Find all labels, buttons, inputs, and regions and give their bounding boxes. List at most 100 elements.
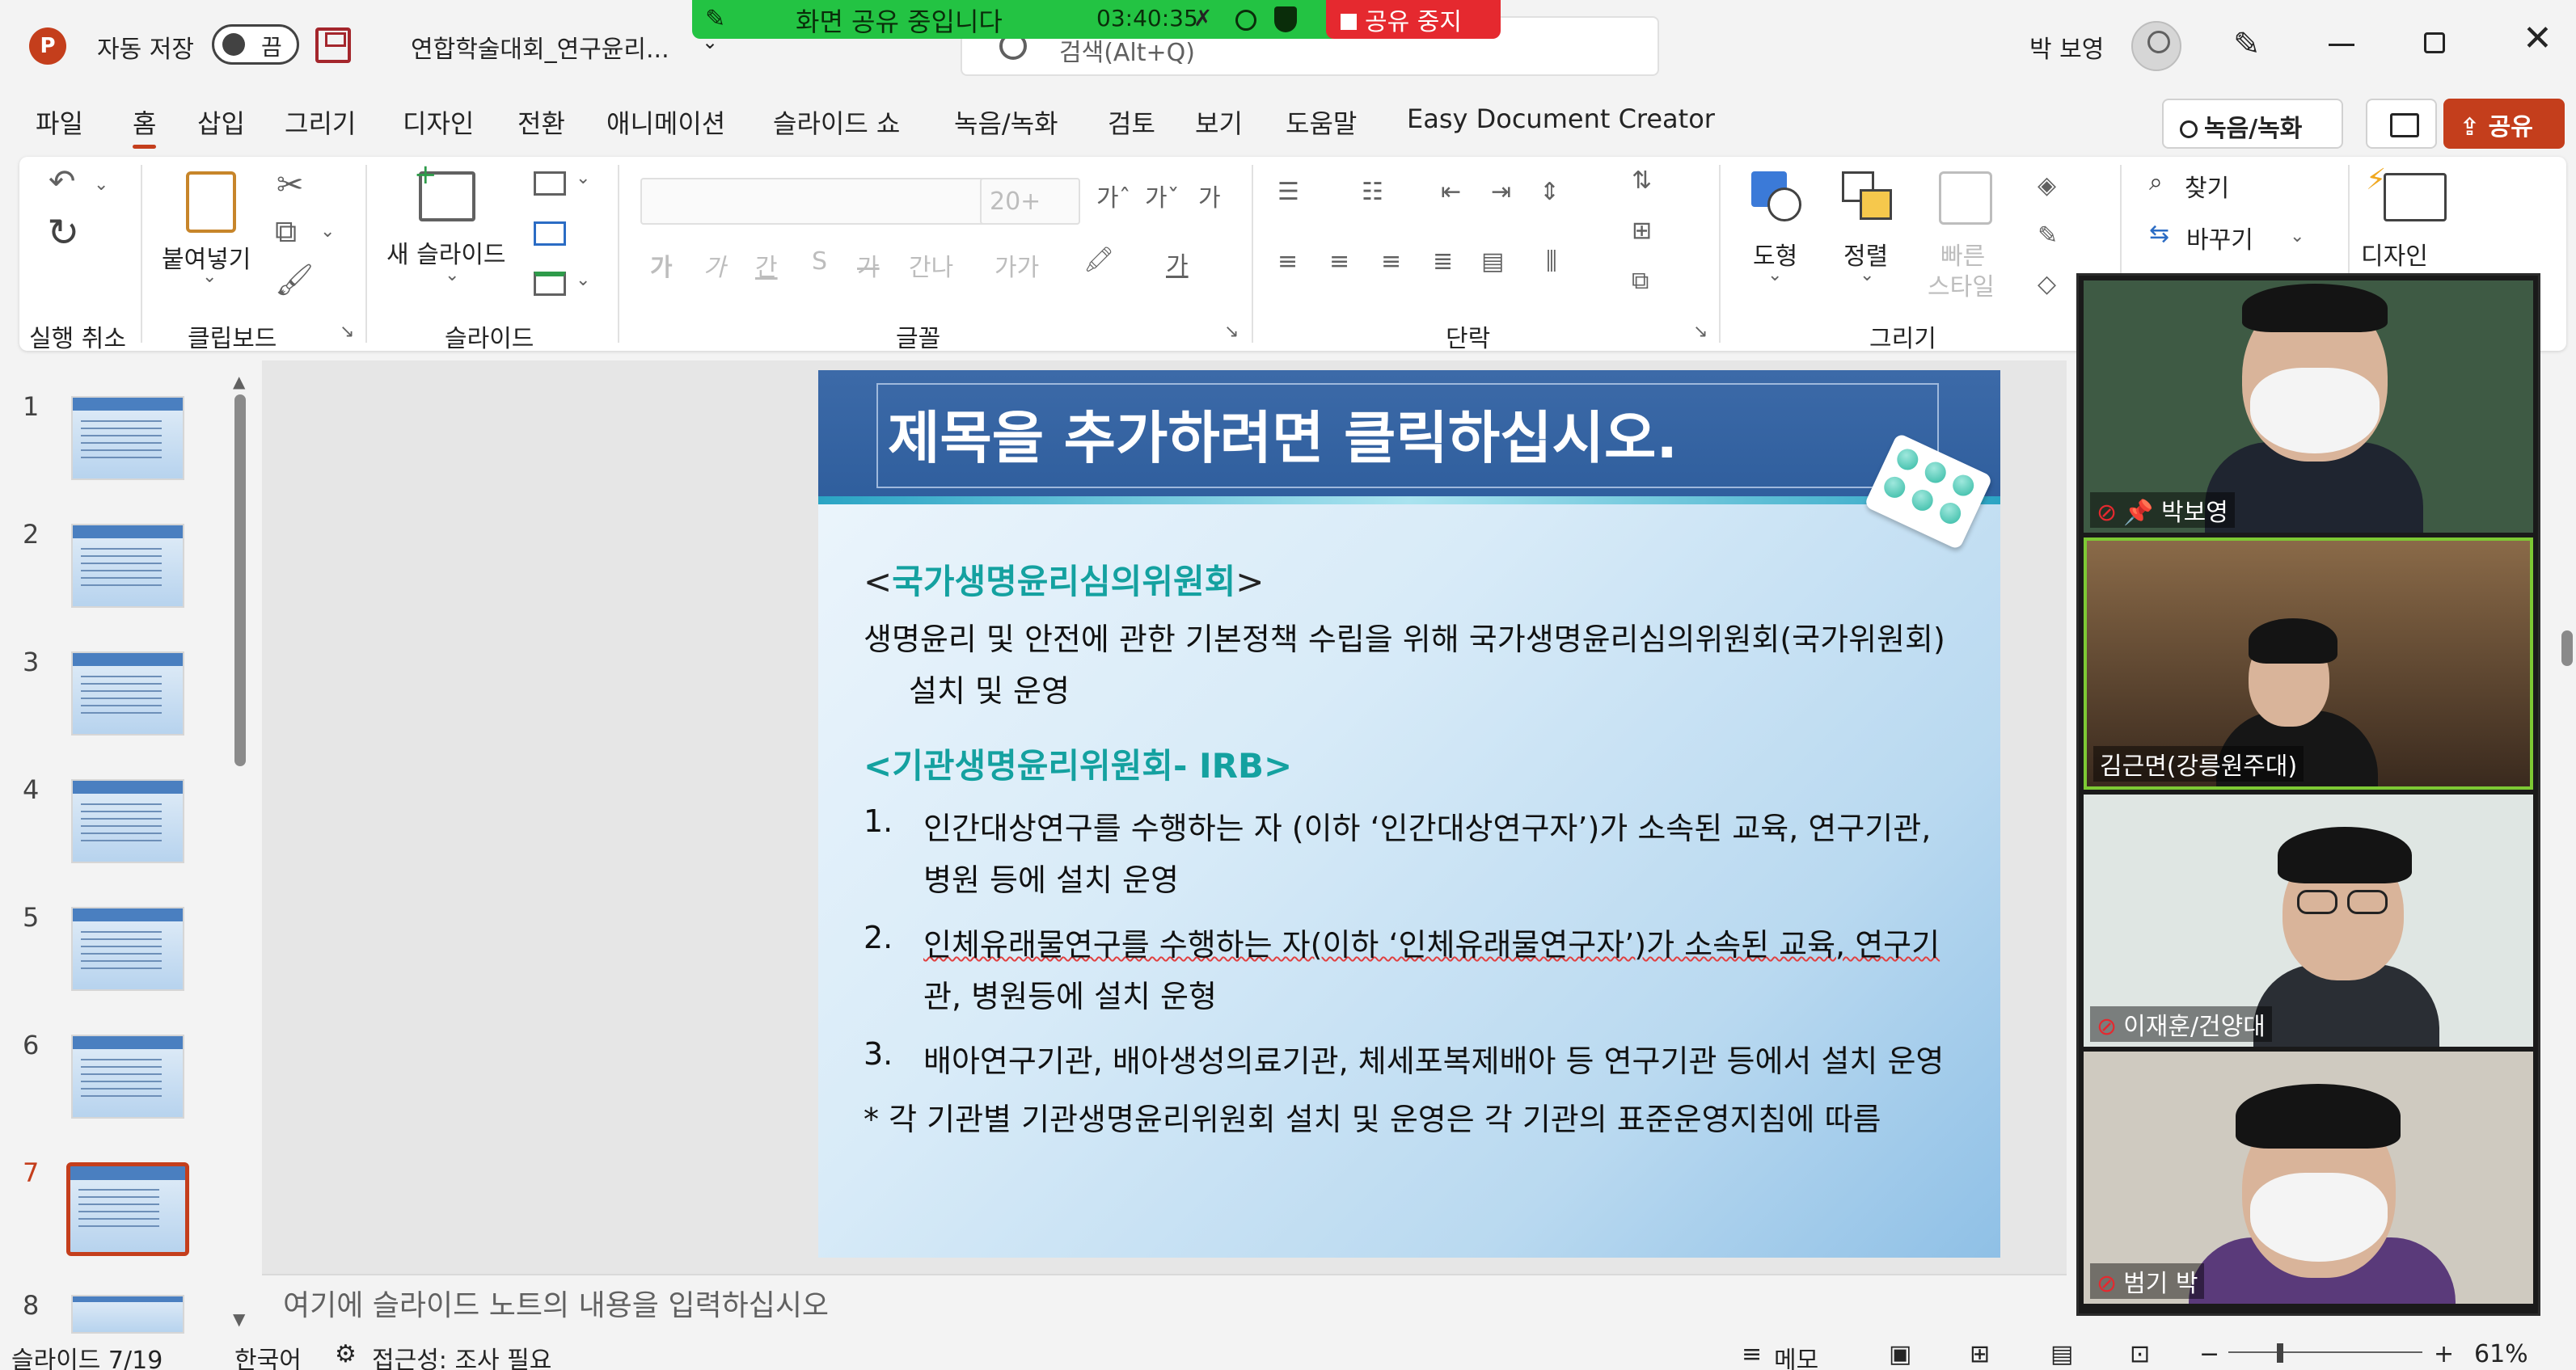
tab-insert[interactable]: 삽입 [197,103,245,141]
tab-animations[interactable]: 애니메이션 [606,103,725,141]
designer-button[interactable]: 디자인 [2361,236,2428,272]
participant-tile-active-speaker[interactable]: 김근면(강릉원주대) [2084,537,2533,790]
user-name[interactable]: 박 보영 [2029,29,2104,65]
change-case-icon[interactable]: 가가 [995,247,1039,283]
document-title[interactable]: 연합학술대회_연구윤리... [411,29,669,65]
shape-effects-icon[interactable]: ◇ [2038,270,2056,298]
align-left-icon[interactable]: ≡ [1277,247,1298,276]
slideshow-icon[interactable]: ⊡ [2130,1340,2150,1368]
justify-icon[interactable]: ≣ [1433,247,1453,276]
thumbnail-scrollbar[interactable]: ▲ ▼ [233,372,246,1329]
accessibility-status[interactable]: 접근성: 조사 필요 [372,1340,551,1370]
save-icon[interactable] [315,27,351,63]
slide-thumbnail[interactable] [71,651,184,736]
columns-icon[interactable]: ⫼ [1546,247,1557,276]
quick-styles-label2[interactable]: 스타일 [1928,267,1995,302]
pin-icon[interactable]: ✎ [705,5,725,33]
bold-icon[interactable]: 가 [650,247,673,283]
chevron-down-icon[interactable]: ⌄ [576,168,590,188]
slide-thumbnail-active[interactable] [66,1162,189,1256]
font-size-input[interactable]: 20+ [980,178,1080,225]
font-color-icon[interactable]: 가 [1166,246,1189,281]
accessibility-icon[interactable]: ⚙ [335,1340,357,1368]
chevron-down-icon[interactable]: ⌄ [1860,265,1874,285]
slide-thumbnail[interactable] [71,1035,184,1119]
dialog-launcher-icon[interactable]: ↘ [1224,322,1239,342]
tab-home[interactable]: 홈 [133,103,157,149]
notes-icon[interactable]: ≡ [1742,1340,1762,1368]
undo-icon[interactable]: ↶ [49,163,76,200]
scrollbar-thumb[interactable] [234,394,246,766]
tab-design[interactable]: 디자인 [403,103,474,141]
italic-icon[interactable]: 가 [703,247,726,283]
tab-help[interactable]: 도움말 [1286,103,1357,141]
clear-formatting-icon[interactable]: 가 [1198,178,1221,213]
strikethrough-icon[interactable]: 가 [857,247,880,283]
section-icon[interactable] [534,272,566,296]
mic-muted-icon[interactable]: ✗ [1193,5,1212,32]
chevron-down-icon[interactable]: ⌄ [320,221,335,242]
increase-indent-icon[interactable]: ⇥ [1491,178,1511,206]
chevron-down-icon[interactable]: ⌄ [445,265,459,285]
restore-icon[interactable] [2424,32,2445,53]
scroll-up-icon[interactable]: ▲ [233,372,245,391]
language-indicator[interactable]: 한국어 [234,1340,302,1370]
slide-sorter-icon[interactable]: ⊞ [1970,1340,1990,1368]
character-spacing-icon[interactable]: 간나 [909,247,953,283]
smartart-icon[interactable]: ⧉ [1632,267,1649,295]
chevron-down-icon[interactable]: ⌄ [576,270,590,290]
paste-icon[interactable] [186,171,236,233]
copy-icon[interactable]: ⧉ [275,213,297,250]
avatar[interactable] [2131,21,2181,71]
find-icon[interactable]: ⌕ [2149,168,2163,196]
record-icon[interactable] [1235,10,1256,31]
decrease-indent-icon[interactable]: ⇤ [1441,178,1461,206]
tab-slideshow[interactable]: 슬라이드 쇼 [773,103,900,141]
reading-view-icon[interactable]: ▤ [2050,1340,2073,1368]
comments-button[interactable] [2366,99,2437,149]
zoom-level[interactable]: 61% [2474,1340,2528,1368]
autosave-toggle[interactable]: 끔 [212,24,299,65]
text-direction-icon[interactable]: ⇅ [1632,167,1652,195]
slide-canvas[interactable]: 제목을 추가하려면 클릭하십시오. <국가생명윤리심의위원회> 생명윤리 및 안… [818,370,2000,1258]
participant-tile[interactable]: ⊘ 범기 박 [2084,1052,2533,1304]
slide-thumbnail[interactable] [71,779,184,863]
shrink-font-icon[interactable]: 가ˇ [1145,178,1180,213]
tab-review[interactable]: 검토 [1108,103,1155,141]
zoom-slider[interactable] [2228,1351,2422,1353]
find-button[interactable]: 찾기 [2185,168,2229,204]
underline-icon[interactable]: 간 [755,247,778,283]
numbering-icon[interactable]: ☷ [1362,178,1383,206]
layout-icon[interactable] [534,171,566,196]
align-center-icon[interactable]: ≡ [1329,247,1349,276]
notes-placeholder[interactable]: 여기에 슬라이드 노트의 내용을 입력하십시오 [283,1282,829,1324]
zoom-out-icon[interactable]: − [2199,1340,2219,1368]
participant-tile[interactable]: ⊘ 📌 박보영 [2084,280,2533,533]
chevron-down-icon[interactable]: ⌄ [1767,265,1782,285]
stop-share-button[interactable]: 공유 중지 [1326,0,1501,39]
zoom-slider-thumb[interactable] [2277,1343,2283,1363]
tab-easy-document-creator[interactable]: Easy Document Creator [1407,103,1715,134]
chevron-down-icon[interactable]: ⌄ [202,267,217,287]
slide-thumbnail[interactable] [71,524,184,608]
slide-thumbnail[interactable] [71,396,184,480]
quick-styles-icon[interactable] [1939,171,1992,225]
chevron-down-icon[interactable]: ⌄ [94,175,108,195]
editor-scrollbar-thumb[interactable] [2561,630,2573,666]
line-spacing-icon[interactable]: ⇕ [1539,178,1560,206]
reset-icon[interactable] [534,221,566,246]
normal-view-icon[interactable]: ▣ [1889,1340,1911,1368]
minimize-icon[interactable] [2329,44,2354,46]
grow-font-icon[interactable]: 가ˆ [1096,178,1131,213]
redo-icon[interactable]: ↻ [47,210,79,255]
replace-icon[interactable]: ⇆ [2149,220,2169,248]
shield-icon[interactable] [1274,6,1297,32]
scroll-down-icon[interactable]: ▼ [233,1309,245,1329]
tab-view[interactable]: 보기 [1195,103,1243,141]
record-button[interactable]: 녹음/녹화 [2162,99,2343,149]
share-button[interactable]: ⇪ 공유 [2443,99,2565,149]
tab-draw[interactable]: 그리기 [285,103,356,141]
close-icon[interactable]: ✕ [2523,18,2553,59]
notes-toggle[interactable]: 메모 [1774,1340,1818,1370]
bullets-icon[interactable]: ☰ [1277,178,1299,206]
